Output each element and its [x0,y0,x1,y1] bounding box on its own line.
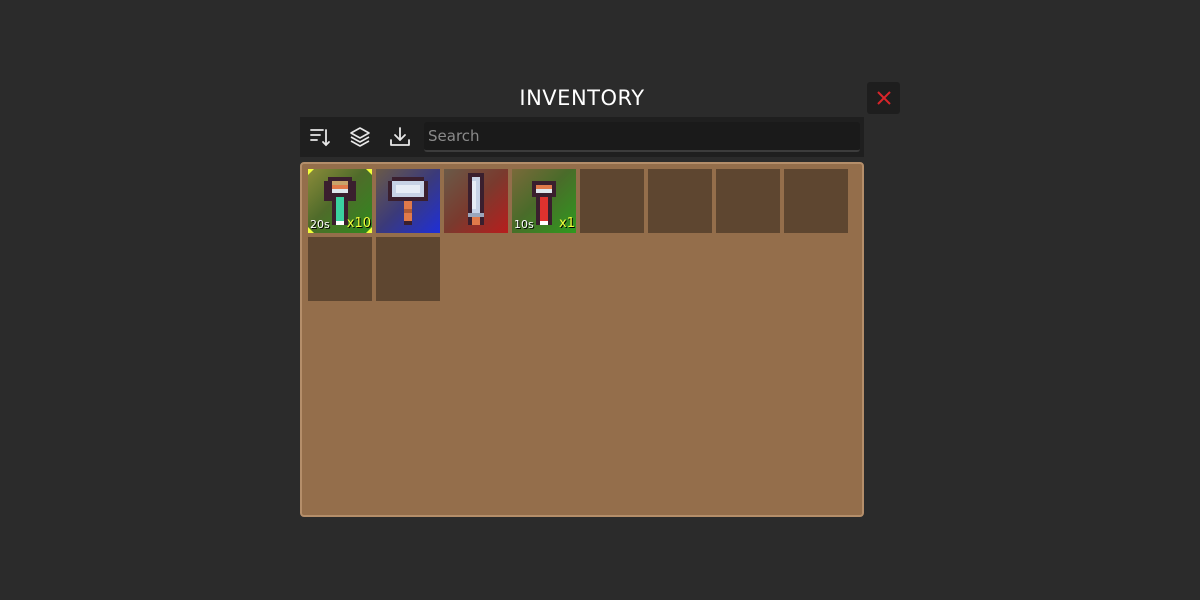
stack-count-label: x10 [346,216,371,231]
cooldown-label: 20s [310,218,330,231]
sword-icon [468,173,484,225]
inventory-slot-10[interactable] [376,237,440,301]
layers-icon [350,127,370,147]
inventory-slot-5[interactable] [580,169,644,233]
inventory-slot-3[interactable] [444,169,508,233]
inventory-slot-8[interactable] [784,169,848,233]
search-field[interactable] [424,122,860,152]
cooldown-label: 10s [514,218,534,231]
search-input[interactable] [424,122,860,150]
stack-count-label: x1 [559,216,575,231]
close-button[interactable] [867,82,900,114]
inventory-title: INVENTORY [519,86,645,110]
battle-axe-icon [388,177,428,225]
stack-button[interactable] [342,118,378,156]
inventory-panel: 20s x10 10s x1 [300,162,864,517]
inventory-slot-4[interactable]: 10s x1 [512,169,576,233]
inventory-slot-6[interactable] [648,169,712,233]
inventory-slot-7[interactable] [716,169,780,233]
close-x-icon [876,91,891,105]
download-icon [390,127,410,146]
inventory-slot-1[interactable]: 20s x10 [308,169,372,233]
inventory-slot-2[interactable] [376,169,440,233]
selected-corner-marker [366,169,372,175]
selected-corner-marker [308,169,314,175]
inventory-slot-9[interactable] [308,237,372,301]
sort-button[interactable] [302,118,338,156]
download-button[interactable] [382,118,418,156]
sort-descending-icon [310,129,330,147]
